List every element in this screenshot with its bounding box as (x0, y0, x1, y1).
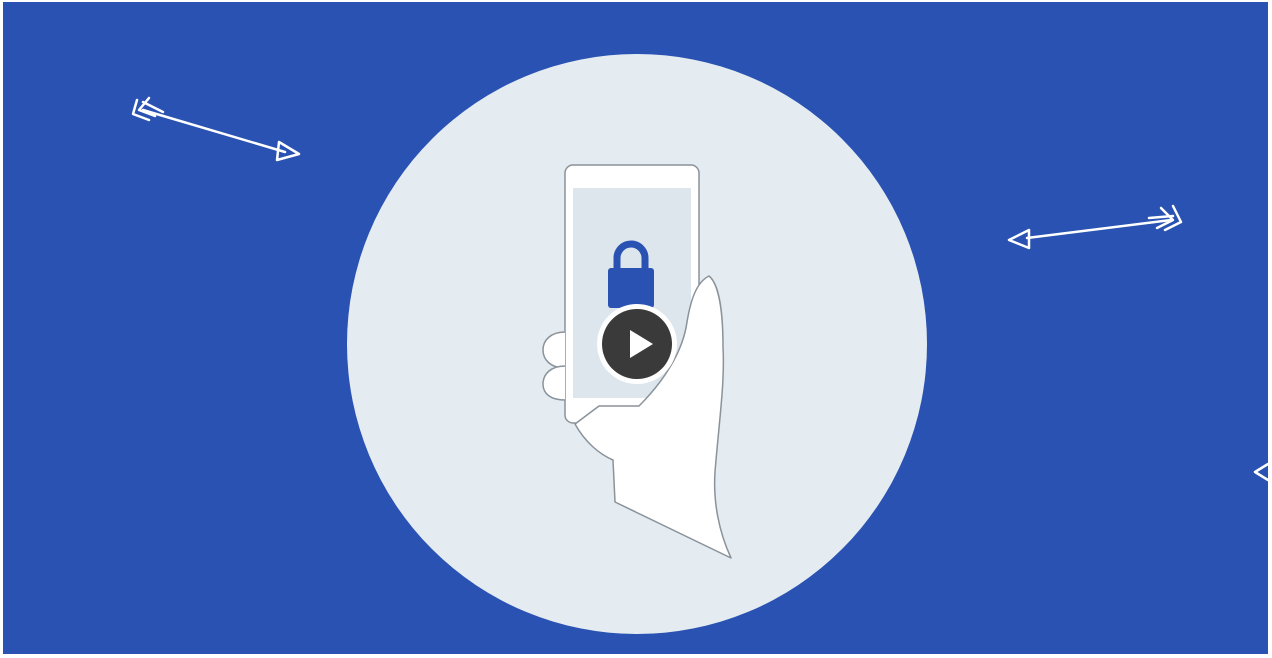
play-button[interactable] (595, 302, 679, 386)
play-icon[interactable] (595, 302, 679, 386)
video-player[interactable] (3, 2, 1268, 654)
